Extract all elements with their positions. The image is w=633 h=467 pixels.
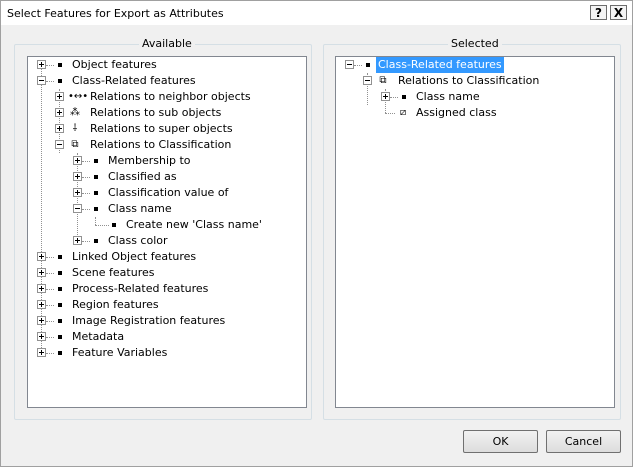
expand-icon[interactable] [55, 92, 64, 101]
super-objects-icon: ⸸ [72, 123, 78, 134]
collapse-icon[interactable] [73, 204, 82, 213]
feature-icon [94, 239, 98, 243]
tree-item-label: Relations to Classification [398, 74, 540, 87]
expand-icon[interactable] [73, 156, 82, 165]
tree-connector [77, 153, 78, 241]
feature-icon [58, 79, 62, 83]
tree-item-label: Create new 'Class name' [126, 218, 262, 231]
tree-item-label: Relations to neighbor objects [90, 90, 251, 103]
feature-icon [94, 175, 98, 179]
collapse-icon[interactable] [55, 140, 64, 149]
tree-item-label: Feature Variables [72, 346, 168, 359]
tree-item-label: Scene features [72, 266, 155, 279]
title-bar: Select Features for Export as Attributes… [1, 1, 632, 25]
expand-icon[interactable] [73, 236, 82, 245]
assigned-class-icon: ⧄ [399, 107, 407, 118]
collapse-icon[interactable] [37, 76, 46, 85]
feature-icon [58, 271, 62, 275]
export-attributes-dialog: Select Features for Export as Attributes… [0, 0, 633, 467]
tree-item-label: Relations to sub objects [90, 106, 222, 119]
tree-item-label: Metadata [72, 330, 125, 343]
tree-item-label: Assigned class [416, 106, 497, 119]
feature-icon [94, 159, 98, 163]
expand-icon[interactable] [381, 92, 390, 101]
available-tree[interactable]: Object features Class-Related features •… [27, 56, 307, 408]
tree-item-label: Classification value of [108, 186, 229, 199]
expand-icon[interactable] [55, 124, 64, 133]
selected-tree[interactable]: Class-Related features ⧉ Relations to Cl… [335, 56, 615, 408]
tree-item-label: Class color [108, 234, 168, 247]
classification-icon: ⧉ [71, 139, 79, 150]
expand-icon[interactable] [73, 188, 82, 197]
feature-icon [402, 95, 406, 99]
tree-item-label: Relations to super objects [90, 122, 233, 135]
feature-icon [58, 63, 62, 67]
tree-item-label: Class name [108, 202, 172, 215]
ok-button[interactable]: OK [463, 430, 538, 453]
expand-icon[interactable] [37, 268, 46, 277]
expand-icon[interactable] [37, 284, 46, 293]
tree-item-label: Classified as [108, 170, 177, 183]
expand-icon[interactable] [37, 60, 46, 69]
cancel-button[interactable]: Cancel [546, 430, 621, 453]
feature-icon [58, 303, 62, 307]
help-button[interactable]: ? [590, 5, 607, 20]
tree-item-label: Class-Related features [72, 74, 196, 87]
sub-objects-icon: ⁂ [70, 107, 80, 118]
neighbor-relations-icon: •↔• [68, 91, 89, 102]
selected-legend: Selected [448, 37, 502, 50]
tree-item-label: Image Registration features [72, 314, 226, 327]
collapse-icon[interactable] [363, 76, 372, 85]
tree-item-label: Linked Object features [72, 250, 197, 263]
tree-item-label: Region features [72, 298, 159, 311]
tree-connector [95, 217, 96, 225]
feature-icon [58, 351, 62, 355]
tree-item-label: Class-Related features [376, 57, 504, 73]
tree-item-label: Class name [416, 90, 480, 103]
expand-icon[interactable] [55, 108, 64, 117]
tree-item-label: Process-Related features [72, 282, 209, 295]
expand-icon[interactable] [37, 316, 46, 325]
feature-icon [366, 63, 370, 67]
collapse-icon[interactable] [345, 60, 354, 69]
tree-item-label: Object features [72, 58, 157, 71]
expand-icon[interactable] [37, 348, 46, 357]
feature-icon [94, 207, 98, 211]
available-legend: Available [139, 37, 195, 50]
feature-icon [58, 255, 62, 259]
feature-icon [58, 287, 62, 291]
feature-icon [58, 319, 62, 323]
feature-icon [94, 191, 98, 195]
classification-icon: ⧉ [379, 75, 387, 86]
feature-icon [112, 223, 116, 227]
tree-connector [41, 65, 42, 354]
expand-icon[interactable] [37, 300, 46, 309]
window-title: Select Features for Export as Attributes [7, 7, 224, 20]
expand-icon[interactable] [37, 332, 46, 341]
tree-item-label: Membership to [108, 154, 191, 167]
expand-icon[interactable] [73, 172, 82, 181]
close-button[interactable]: X [610, 5, 627, 20]
expand-icon[interactable] [37, 252, 46, 261]
tree-item-label: Relations to Classification [90, 138, 232, 151]
feature-icon [58, 335, 62, 339]
